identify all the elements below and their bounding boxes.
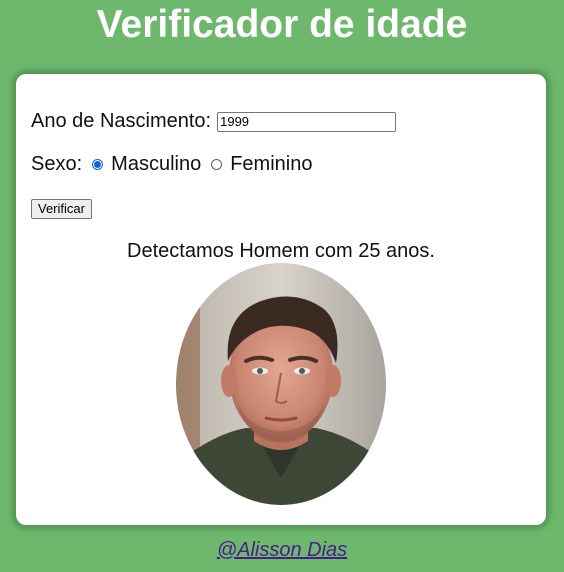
man-portrait-image [176, 263, 386, 505]
sex-radio-feminino[interactable] [211, 159, 223, 170]
verifier-card: Ano de Nascimento: Sexo: Masculino Femin… [16, 74, 546, 525]
sex-option-feminino-label[interactable]: Feminino [230, 153, 312, 176]
portrait-illustration [176, 263, 386, 505]
birth-year-input[interactable] [217, 111, 397, 132]
result-text: Detectamos Homem com 25 anos. [127, 240, 435, 262]
sex-label: Sexo: [31, 153, 83, 175]
sex-option-masculino-label[interactable]: Masculino [111, 153, 201, 176]
birth-year-row: Ano de Nascimento: [31, 110, 397, 133]
verify-button[interactable]: Verificar [31, 199, 92, 219]
sex-row: Sexo: Masculino Feminino [31, 153, 312, 176]
sex-radio-masculino[interactable] [92, 159, 104, 170]
birth-year-label: Ano de Nascimento: [31, 110, 212, 132]
page: Verificador de idade Ano de Nascimento: … [0, 0, 564, 572]
page-title: Verificador de idade [96, 3, 468, 46]
author-link[interactable]: @Alisson Dias [0, 539, 564, 562]
